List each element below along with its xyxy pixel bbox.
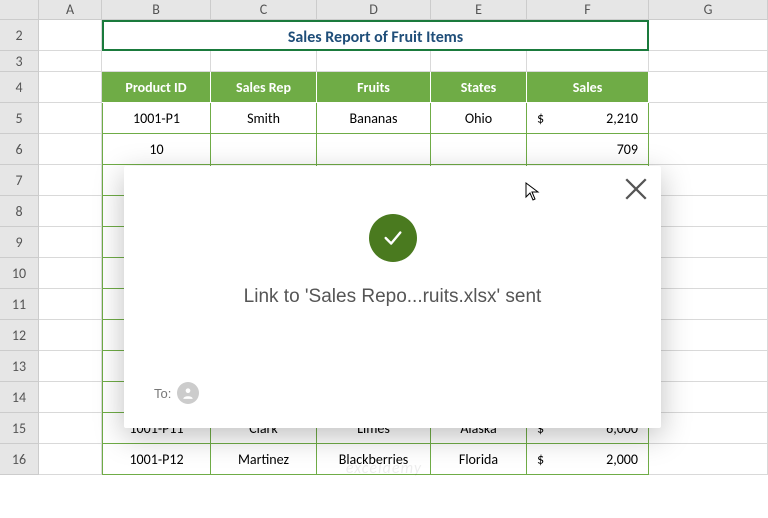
col-header-D[interactable]: D (317, 0, 431, 20)
row-header-15[interactable]: 15 (0, 413, 39, 444)
row-header-16[interactable]: 16 (0, 444, 39, 475)
cell-A7[interactable] (39, 165, 102, 196)
row-header-10[interactable]: 10 (0, 258, 39, 289)
row-header-6[interactable]: 6 (0, 134, 39, 165)
cell-D3[interactable] (317, 51, 431, 72)
cell-A6[interactable] (39, 134, 102, 165)
cell-E3[interactable] (431, 51, 527, 72)
cell-A10[interactable] (39, 258, 102, 289)
cell-G8[interactable] (649, 196, 768, 227)
recipient-avatar (177, 382, 199, 404)
col-header-B[interactable]: B (102, 0, 211, 20)
close-icon (623, 176, 649, 202)
cell-G6[interactable] (649, 134, 768, 165)
th-sales-rep[interactable]: Sales Rep (211, 72, 317, 103)
th-sales[interactable]: Sales (527, 72, 649, 103)
cell-A12[interactable] (39, 320, 102, 351)
cell-sales-rep[interactable] (211, 134, 317, 165)
cell-A4[interactable] (39, 72, 102, 103)
th-states[interactable]: States (431, 72, 527, 103)
col-header-F[interactable]: F (527, 0, 649, 20)
cell-A13[interactable] (39, 351, 102, 382)
success-badge (369, 214, 417, 262)
cell-sales-rep[interactable]: Martinez (211, 444, 317, 475)
cell-product-id[interactable]: 1001-P1 (102, 103, 211, 134)
recipients-row: To: (154, 382, 199, 404)
cell-A9[interactable] (39, 227, 102, 258)
cell-product-id[interactable]: 1001-P12 (102, 444, 211, 475)
cell-sales-rep[interactable]: Smith (211, 103, 317, 134)
row-header-13[interactable]: 13 (0, 351, 39, 382)
row-header-3[interactable]: 3 (0, 51, 39, 72)
row-header-9[interactable]: 9 (0, 227, 39, 258)
person-icon (181, 386, 195, 400)
cell-G15[interactable] (649, 413, 768, 444)
cell-G12[interactable] (649, 320, 768, 351)
row-header-7[interactable]: 7 (0, 165, 39, 196)
cell-A14[interactable] (39, 382, 102, 413)
cell-A3[interactable] (39, 51, 102, 72)
cell-sales[interactable]: 709 (527, 134, 649, 165)
th-fruits[interactable]: Fruits (317, 72, 431, 103)
cell-A8[interactable] (39, 196, 102, 227)
row-header-4[interactable]: 4 (0, 72, 39, 103)
cell-C3[interactable] (211, 51, 317, 72)
col-header-E[interactable]: E (431, 0, 527, 20)
cell-fruit[interactable] (317, 134, 431, 165)
col-header-G[interactable]: G (649, 0, 768, 20)
row-header-8[interactable]: 8 (0, 196, 39, 227)
cell-G16[interactable] (649, 444, 768, 475)
row-header-12[interactable]: 12 (0, 320, 39, 351)
cell-G2[interactable] (649, 20, 768, 51)
cell-B3[interactable] (102, 51, 211, 72)
title-cell[interactable]: Sales Report of Fruit Items (102, 20, 649, 51)
cell-F3[interactable] (527, 51, 649, 72)
cell-G14[interactable] (649, 382, 768, 413)
cell-G3[interactable] (649, 51, 768, 72)
row-header-11[interactable]: 11 (0, 289, 39, 320)
to-label: To: (154, 386, 171, 401)
row-header-2[interactable]: 2 (0, 20, 39, 51)
share-confirmation-dialog: Link to 'Sales Repo...ruits.xlsx' sent T… (124, 166, 661, 428)
cell-sales[interactable]: $2,000 (527, 444, 649, 475)
select-all-corner[interactable] (0, 0, 39, 20)
th-product-id[interactable]: Product ID (102, 72, 211, 103)
cell-fruit[interactable]: Bananas (317, 103, 431, 134)
confirmation-message: Link to 'Sales Repo...ruits.xlsx' sent (124, 286, 661, 308)
cell-G4[interactable] (649, 72, 768, 103)
cell-state[interactable]: Florida (431, 444, 527, 475)
cell-G5[interactable] (649, 103, 768, 134)
cell-A11[interactable] (39, 289, 102, 320)
row-header-14[interactable]: 14 (0, 382, 39, 413)
watermark-text: exceldemy (346, 459, 422, 478)
cell-A15[interactable] (39, 413, 102, 444)
cell-G10[interactable] (649, 258, 768, 289)
cell-A5[interactable] (39, 103, 102, 134)
col-header-C[interactable]: C (211, 0, 317, 20)
cell-A16[interactable] (39, 444, 102, 475)
row-header-5[interactable]: 5 (0, 103, 39, 134)
cell-state[interactable] (431, 134, 527, 165)
check-icon (382, 227, 404, 249)
cell-sales[interactable]: $2,210 (527, 103, 649, 134)
cell-state[interactable]: Ohio (431, 103, 527, 134)
cell-G9[interactable] (649, 227, 768, 258)
cell-product-id[interactable]: 10 (102, 134, 211, 165)
cell-G11[interactable] (649, 289, 768, 320)
cell-G13[interactable] (649, 351, 768, 382)
close-button[interactable] (623, 176, 649, 202)
cell-G7[interactable] (649, 165, 768, 196)
col-header-A[interactable]: A (39, 0, 102, 20)
cell-A2[interactable] (39, 20, 102, 51)
